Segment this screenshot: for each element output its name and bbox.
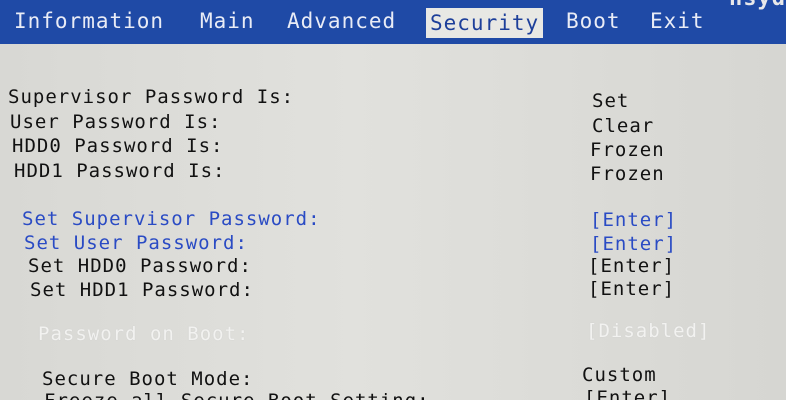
set-hdd0-password-label[interactable]: Set HDD0 Password:: [28, 254, 252, 278]
user-password-status-label: User Password Is:: [10, 111, 222, 133]
password-on-boot-label: Password on Boot:: [38, 323, 250, 345]
password-on-boot-value: [Disabled]: [586, 320, 711, 342]
hdd1-password-status-value: Frozen: [590, 163, 665, 185]
hdd0-password-status-label: HDD0 Password Is:: [12, 135, 224, 157]
set-hdd1-password-enter[interactable]: [Enter]: [588, 277, 675, 301]
tab-main[interactable]: Main: [200, 6, 255, 36]
set-user-password-label[interactable]: Set User Password:: [24, 231, 248, 255]
secure-boot-mode-label: Secure Boot Mode:: [42, 368, 254, 390]
hdd1-password-status-label: HDD1 Password Is:: [14, 160, 226, 182]
secure-boot-mode-value: Custom: [582, 364, 657, 386]
tab-security[interactable]: Security: [426, 8, 544, 38]
supervisor-password-status-label: Supervisor Password Is:: [8, 86, 295, 108]
set-hdd1-password-label[interactable]: Set HDD1 Password:: [30, 278, 254, 302]
tab-information[interactable]: Information: [14, 6, 164, 36]
brand-logo: nsyd: [729, 0, 786, 11]
set-hdd0-password-enter[interactable]: [Enter]: [588, 254, 675, 278]
supervisor-password-status-value: Set: [592, 90, 630, 112]
set-supervisor-password-enter[interactable]: [Enter]: [590, 208, 677, 232]
set-user-password-enter[interactable]: [Enter]: [590, 232, 677, 256]
freeze-secure-boot-setting-label[interactable]: Freeze all Secure Boot Setting:: [44, 389, 430, 400]
menu-bar: Information Main Advanced Security Boot …: [0, 0, 786, 44]
tab-boot[interactable]: Boot: [566, 6, 621, 36]
hdd0-password-status-value: Frozen: [590, 139, 665, 161]
user-password-status-value: Clear: [592, 115, 655, 137]
freeze-secure-boot-setting-enter[interactable]: [Enter]: [584, 386, 671, 400]
tab-advanced[interactable]: Advanced: [287, 6, 396, 36]
tab-exit[interactable]: Exit: [650, 6, 705, 36]
set-supervisor-password-label[interactable]: Set Supervisor Password:: [22, 207, 321, 231]
